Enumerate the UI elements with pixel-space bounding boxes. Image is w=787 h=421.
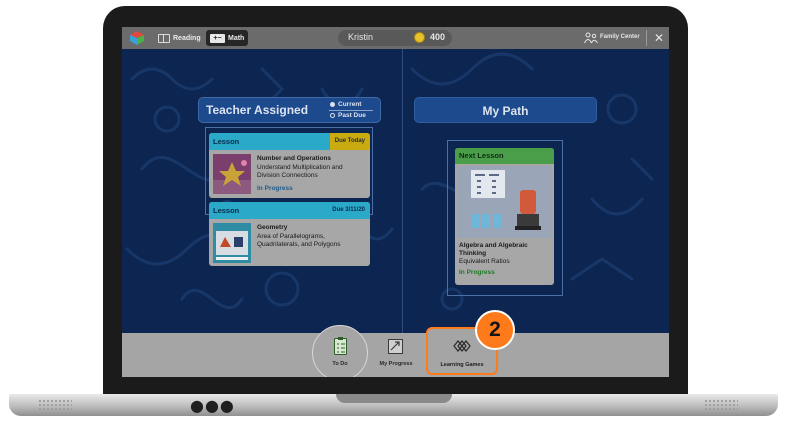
app-logo-icon[interactable] bbox=[130, 31, 144, 45]
tab-reading[interactable]: Reading bbox=[154, 30, 205, 46]
nav-todo-label: To Do bbox=[332, 361, 348, 367]
card-description: Equivalent Ratios bbox=[459, 258, 510, 265]
laptop-mockup: Reading +− Math Kristin 400 Family Cente… bbox=[0, 0, 787, 421]
radio-selected-icon bbox=[330, 102, 335, 107]
speaker-grille-left bbox=[38, 399, 72, 411]
tab-reading-label: Reading bbox=[173, 34, 201, 42]
laptop-notch bbox=[336, 394, 452, 403]
filter-past-due-label: Past Due bbox=[338, 112, 366, 119]
filter-current[interactable]: Current bbox=[330, 101, 361, 108]
lesson-thumbnail-icon bbox=[213, 154, 251, 194]
student-name: Kristin bbox=[348, 32, 374, 42]
card-description: Understand Multiplication and Division C… bbox=[257, 164, 343, 179]
card-type: Next Lesson bbox=[459, 151, 504, 160]
radio-empty-icon bbox=[330, 113, 335, 118]
card-subject: Number and Operations bbox=[257, 155, 332, 162]
app-screen: Reading +− Math Kristin 400 Family Cente… bbox=[122, 27, 669, 377]
close-icon[interactable]: ✕ bbox=[654, 30, 664, 46]
card-status: In Progress bbox=[459, 269, 495, 276]
family-center-link[interactable]: Family Center bbox=[600, 34, 640, 40]
teacher-assigned-title: Teacher Assigned bbox=[206, 103, 309, 117]
checklist-icon bbox=[334, 337, 347, 355]
card-status: In Progress bbox=[257, 185, 293, 192]
card-subject: Algebra and Algebraic Thinking bbox=[459, 242, 528, 257]
card-type: Lesson bbox=[213, 206, 240, 215]
tab-math[interactable]: +− Math bbox=[206, 30, 249, 46]
card-description: Area of Parallelograms, Quadrilaterals, … bbox=[257, 233, 341, 248]
due-badge: Due Today bbox=[329, 133, 370, 150]
next-lesson-card[interactable]: Next Lesson Algebra and Algebraic Thinki… bbox=[455, 148, 554, 285]
step-number-badge: 2 bbox=[475, 310, 515, 350]
coin-icon bbox=[414, 32, 425, 43]
filter-current-label: Current bbox=[338, 101, 362, 108]
nav-my-progress[interactable]: My Progress bbox=[366, 337, 426, 373]
my-path-title: My Path bbox=[482, 104, 529, 118]
panel-divider bbox=[402, 49, 403, 333]
book-icon bbox=[158, 33, 170, 43]
tab-math-label: Math bbox=[228, 34, 245, 42]
nav-todo[interactable]: To Do bbox=[310, 337, 370, 373]
speaker-grille-right bbox=[704, 399, 738, 411]
due-badge: Due 3/11/20 bbox=[332, 207, 365, 213]
filter-separator bbox=[329, 110, 373, 111]
geometry-thumbnail-icon bbox=[213, 223, 251, 263]
coin-count: 400 bbox=[430, 32, 446, 42]
topbar-divider bbox=[646, 30, 647, 46]
nav-learning-games-label: Learning Games bbox=[440, 362, 484, 368]
learning-games-icon bbox=[453, 340, 471, 352]
filter-past-due[interactable]: Past Due bbox=[330, 112, 366, 119]
card-subject: Geometry bbox=[257, 224, 288, 231]
indicator-dots: ●●● bbox=[190, 396, 235, 415]
nav-my-progress-label: My Progress bbox=[379, 361, 413, 367]
family-icon[interactable] bbox=[584, 32, 598, 44]
progress-chart-icon bbox=[388, 339, 403, 354]
lesson-card[interactable]: Lesson Due Today Number and Operations U… bbox=[209, 133, 370, 198]
math-symbols-icon: +− bbox=[210, 33, 225, 43]
card-type: Lesson bbox=[213, 137, 240, 146]
lesson-card[interactable]: Lesson Due 3/11/20 Geometry Area of Para… bbox=[209, 202, 370, 266]
ratio-thumbnail-icon bbox=[457, 166, 552, 238]
top-bar: Reading +− Math Kristin 400 Family Cente… bbox=[122, 27, 669, 49]
my-path-header: My Path bbox=[414, 97, 597, 123]
